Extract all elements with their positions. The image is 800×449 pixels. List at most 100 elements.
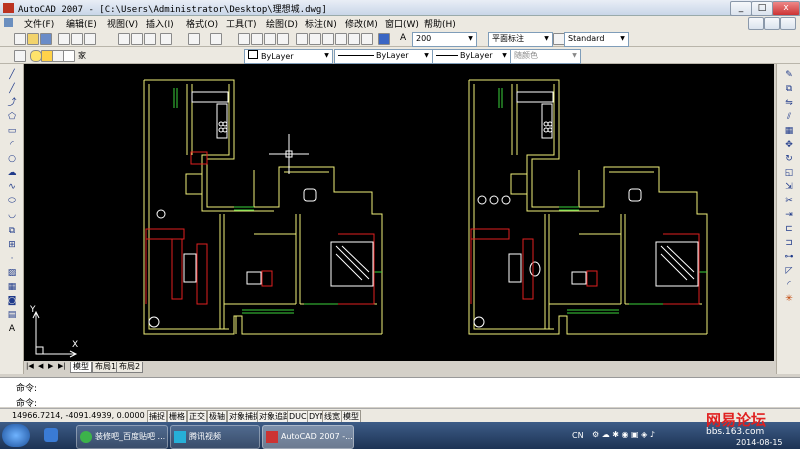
menu-format[interactable]: 格式(O)	[186, 17, 218, 30]
preview-icon[interactable]	[71, 33, 83, 45]
extend-icon[interactable]: ⇥	[784, 210, 794, 220]
zoom-previous-icon[interactable]	[277, 33, 289, 45]
trim-icon[interactable]: ✂	[784, 196, 794, 206]
date-display[interactable]: 2014-08-15	[736, 438, 783, 447]
offset-icon[interactable]: ⫽	[784, 112, 794, 122]
cut-icon[interactable]	[118, 33, 130, 45]
lineweight-select[interactable]: ByLayer ▼	[432, 49, 511, 64]
minimize-button[interactable]: _	[730, 1, 752, 16]
plot-icon[interactable]	[58, 33, 70, 45]
tab-last-icon[interactable]: ▶|	[58, 362, 66, 370]
pan-icon[interactable]	[238, 33, 250, 45]
menu-edit[interactable]: 编辑(E)	[66, 17, 97, 30]
save-icon[interactable]	[40, 33, 52, 45]
linetype-select[interactable]: ByLayer ▼	[334, 49, 433, 64]
rectangle-icon[interactable]: ▭	[7, 126, 17, 136]
stretch-icon[interactable]: ⇲	[784, 182, 794, 192]
ellipse-icon[interactable]: ⬭	[7, 196, 17, 206]
undo-icon[interactable]	[188, 33, 200, 45]
doc-restore-button[interactable]	[764, 17, 780, 30]
erase-icon[interactable]: ✎	[784, 70, 794, 80]
ellipse-arc-icon[interactable]: ◡	[7, 210, 17, 220]
menu-window[interactable]: 窗口(W)	[385, 17, 419, 30]
menu-tools[interactable]: 工具(T)	[226, 17, 257, 30]
multiline-text-icon[interactable]: A	[7, 324, 17, 334]
layer-manager-icon[interactable]	[14, 50, 26, 62]
open-icon[interactable]	[27, 33, 39, 45]
markup-icon[interactable]	[348, 33, 360, 45]
spline-icon[interactable]: ∿	[7, 182, 17, 192]
text-style-icon[interactable]: A	[400, 33, 410, 43]
drawing-canvas[interactable]: Y X	[24, 64, 774, 362]
design-center-icon[interactable]	[309, 33, 321, 45]
tab-model[interactable]: 模型	[70, 362, 92, 373]
zoom-realtime-icon[interactable]	[251, 33, 263, 45]
current-layer-name[interactable]: 家	[78, 50, 86, 61]
gradient-icon[interactable]: ▦	[7, 282, 17, 292]
menu-help[interactable]: 帮助(H)	[424, 17, 456, 30]
sheet-set-icon[interactable]	[335, 33, 347, 45]
dim-style-select[interactable]: 平面标注 ▼	[488, 32, 553, 47]
copy-icon[interactable]	[131, 33, 143, 45]
menu-draw[interactable]: 绘图(D)	[266, 17, 298, 30]
menu-file[interactable]: 文件(F)	[24, 17, 54, 30]
text-height-select[interactable]: 200 ▼	[412, 32, 477, 47]
command-window[interactable]: 命令: 命令:	[0, 377, 800, 409]
tab-next-icon[interactable]: ▶	[48, 362, 53, 370]
region-icon[interactable]: ◙	[7, 296, 17, 306]
join-icon[interactable]: ⊶	[784, 252, 794, 262]
tab-layout2[interactable]: 布局2	[116, 362, 144, 373]
menu-modify[interactable]: 修改(M)	[345, 17, 378, 30]
fillet-icon[interactable]: ◜	[784, 280, 794, 290]
circle-icon[interactable]: ○	[7, 154, 17, 164]
menu-dimension[interactable]: 标注(N)	[305, 17, 337, 30]
line-icon[interactable]: ╱	[7, 70, 17, 80]
plot-style-select[interactable]: 随颜色 ▼	[510, 49, 581, 64]
coordinate-readout[interactable]: 14966.7214, -4091.4939, 0.0000	[12, 411, 145, 420]
revision-cloud-icon[interactable]: ☁	[7, 168, 17, 178]
close-button[interactable]: x	[772, 1, 800, 16]
move-icon[interactable]: ✥	[784, 140, 794, 150]
doc-close-button[interactable]	[780, 17, 796, 30]
match-properties-icon[interactable]	[160, 33, 172, 45]
paste-icon[interactable]	[144, 33, 156, 45]
color-select[interactable]: ByLayer ▼	[244, 49, 333, 64]
maximize-button[interactable]: □	[751, 1, 773, 16]
doc-minimize-button[interactable]	[748, 17, 764, 30]
zoom-window-icon[interactable]	[264, 33, 276, 45]
make-block-icon[interactable]: ⊞	[7, 240, 17, 250]
point-icon[interactable]: ·	[7, 254, 17, 264]
chamfer-icon[interactable]: ◸	[784, 266, 794, 276]
construction-line-icon[interactable]: ╱	[7, 84, 17, 94]
copy-object-icon[interactable]: ⧉	[784, 84, 794, 94]
dim-style-icon[interactable]	[477, 33, 487, 43]
tab-first-icon[interactable]: |◀	[26, 362, 34, 370]
taskbar-item-video[interactable]: 腾讯视频	[170, 425, 260, 449]
rotate-icon[interactable]: ↻	[784, 154, 794, 164]
language-indicator[interactable]: CN	[572, 431, 584, 440]
polyline-icon[interactable]: ⤴	[7, 98, 17, 108]
publish-icon[interactable]	[84, 33, 96, 45]
explode-icon[interactable]: ✳	[784, 294, 794, 304]
menu-view[interactable]: 视图(V)	[107, 17, 138, 30]
mirror-icon[interactable]: ⇋	[784, 98, 794, 108]
redo-icon[interactable]	[210, 33, 222, 45]
insert-block-icon[interactable]: ⧉	[7, 226, 17, 236]
tray-icons[interactable]: ⚙ ☁ ✱ ◉ ▣ ◈ ♪	[592, 430, 655, 439]
help-icon[interactable]	[378, 33, 390, 45]
break-icon[interactable]: ⊐	[784, 238, 794, 248]
tool-palettes-icon[interactable]	[322, 33, 334, 45]
menu-insert[interactable]: 插入(I)	[146, 17, 174, 30]
arc-icon[interactable]: ◜	[7, 140, 17, 150]
array-icon[interactable]: ▦	[784, 126, 794, 136]
polygon-icon[interactable]: ⬠	[7, 112, 17, 122]
tab-prev-icon[interactable]: ◀	[38, 362, 43, 370]
break-at-point-icon[interactable]: ⊏	[784, 224, 794, 234]
quick-launch-ie-icon[interactable]	[44, 428, 58, 442]
start-button[interactable]	[2, 424, 30, 447]
calculator-icon[interactable]	[361, 33, 373, 45]
properties-icon[interactable]	[296, 33, 308, 45]
table-icon[interactable]: ▤	[7, 310, 17, 320]
taskbar-item-autocad[interactable]: AutoCAD 2007 -...	[262, 425, 354, 449]
hatch-icon[interactable]: ▨	[7, 268, 17, 278]
